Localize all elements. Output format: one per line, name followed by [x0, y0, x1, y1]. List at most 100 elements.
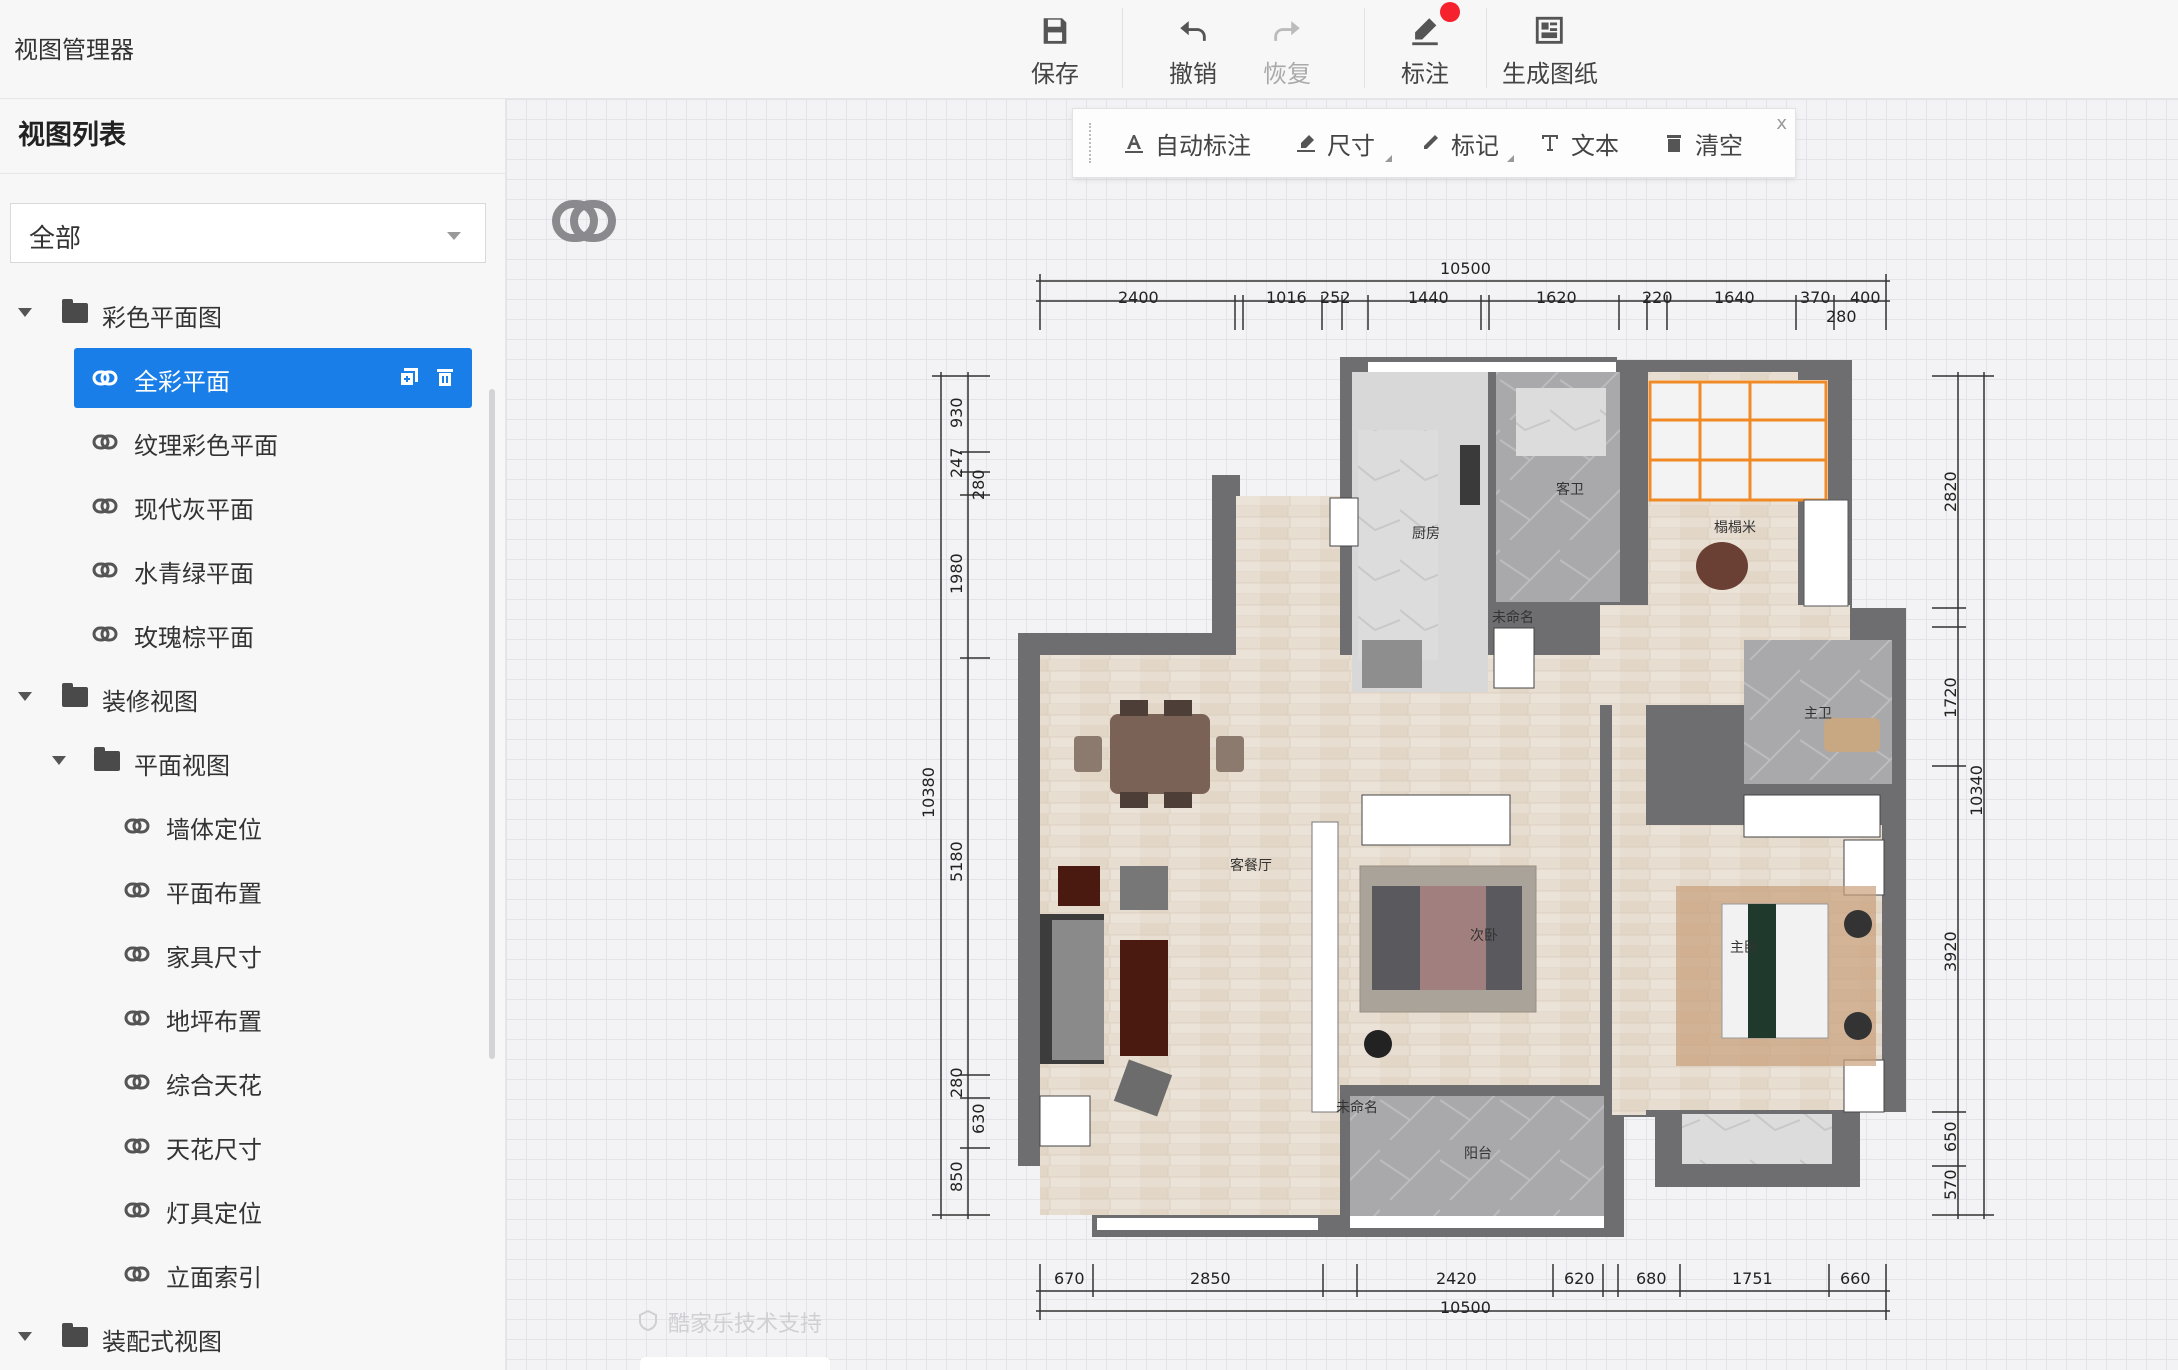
clear-label: 清空: [1695, 131, 1743, 160]
mark-tool-label: 标记: [1451, 131, 1499, 160]
expand-arrow-icon[interactable]: [52, 756, 66, 765]
tree-scrollbar[interactable]: [489, 389, 495, 1059]
folder-icon: [62, 683, 88, 707]
dimension-tool-label: 尺寸: [1327, 131, 1375, 160]
mark-pen-icon: [1424, 135, 1438, 149]
tree-group-color-plan[interactable]: 彩色平面图: [0, 284, 490, 344]
trash-icon[interactable]: [434, 366, 456, 388]
link-icon: [124, 1074, 150, 1090]
notification-badge: [1440, 2, 1460, 22]
link-icon: [124, 946, 150, 962]
text-tool-label: 文本: [1571, 131, 1619, 160]
drawing-canvas[interactable]: [506, 99, 2178, 1370]
dimension-tool-button[interactable]: 尺寸: [1295, 109, 1392, 177]
generate-drawing-label: 生成图纸: [1502, 59, 1598, 88]
undo-button[interactable]: 撤销: [1158, 0, 1228, 98]
view-filter-select[interactable]: 全部: [10, 203, 486, 263]
tree-item-label: 玫瑰棕平面: [134, 624, 254, 652]
tree-group-label: 装配式视图: [102, 1328, 222, 1356]
auto-annotate-icon: [1125, 135, 1143, 153]
tree-item-label: 综合天花: [166, 1072, 262, 1100]
tree-item-ceiling-dimensions[interactable]: 天花尺寸: [0, 1116, 490, 1176]
tree-item-label: 全彩平面: [134, 368, 230, 396]
undo-icon: [1180, 20, 1206, 41]
tree-item-floor-layout[interactable]: 平面布置: [0, 860, 490, 920]
tree-item-label: 水青绿平面: [134, 560, 254, 588]
tree-group-assembly-view[interactable]: 装配式视图: [0, 1308, 490, 1368]
folder-icon: [62, 299, 88, 323]
tree-item-label: 平面布置: [166, 880, 262, 908]
view-filter-value: 全部: [29, 224, 82, 254]
link-icon: [124, 818, 150, 834]
tree-item-label: 天花尺寸: [166, 1136, 262, 1164]
generate-drawing-button[interactable]: 生成图纸: [1502, 0, 1598, 98]
app-title: 视图管理器: [14, 36, 134, 64]
dimension-pen-icon: [1297, 135, 1315, 152]
submenu-corner-icon: [1385, 155, 1392, 162]
tree-item-wall-positioning[interactable]: 墙体定位: [0, 796, 490, 856]
link-icon: [124, 882, 150, 898]
tree-item-modern-gray-plan[interactable]: 现代灰平面: [0, 476, 490, 536]
link-icon: [92, 434, 118, 450]
chevron-down-icon: [447, 232, 461, 240]
redo-button[interactable]: 恢复: [1252, 0, 1322, 98]
tree-item-ceiling-overview[interactable]: 综合天花: [0, 1052, 490, 1112]
toolbar-divider: [1364, 8, 1365, 88]
save-button[interactable]: 保存: [1020, 0, 1090, 98]
tree-item-label: 墙体定位: [166, 816, 262, 844]
tree-item-label: 地坪布置: [166, 1008, 262, 1036]
undo-label: 撤销: [1169, 59, 1217, 88]
tree-item-aqua-green-plan[interactable]: 水青绿平面: [0, 540, 490, 600]
link-icon: [92, 370, 118, 386]
folder-icon: [94, 747, 120, 771]
tree-item-label: 家具尺寸: [166, 944, 262, 972]
link-icon: [92, 626, 118, 642]
tree-item-label: 现代灰平面: [134, 496, 254, 524]
link-icon: [92, 562, 118, 578]
save-label: 保存: [1031, 59, 1079, 88]
tree-item-furniture-dimensions[interactable]: 家具尺寸: [0, 924, 490, 984]
redo-icon: [1274, 20, 1300, 41]
link-icon: [124, 1202, 150, 1218]
tree-item-lighting-positioning[interactable]: 灯具定位: [0, 1180, 490, 1240]
text-icon: [1542, 135, 1558, 151]
clear-button[interactable]: 清空: [1663, 109, 1743, 177]
tree-group-decoration-view[interactable]: 装修视图: [0, 668, 490, 728]
link-icon: [124, 1010, 150, 1026]
close-icon[interactable]: x: [1776, 113, 1787, 134]
top-bar: 视图管理器 保存 撤销 恢复 标注 生成图纸: [0, 0, 2178, 99]
mark-tool-button[interactable]: 标记: [1419, 109, 1514, 177]
toolbar-divider: [1122, 8, 1123, 88]
bottom-panel-tab[interactable]: [640, 1357, 830, 1370]
shield-icon: [639, 1309, 657, 1331]
submenu-corner-icon: [1507, 155, 1514, 162]
tree-group-label: 装修视图: [102, 688, 198, 716]
link-icon: [124, 1266, 150, 1282]
tree-group-label: 平面视图: [134, 752, 230, 780]
toolbar-divider: [1486, 8, 1487, 88]
text-tool-button[interactable]: 文本: [1539, 109, 1619, 177]
link-icon: [124, 1138, 150, 1154]
link-icon[interactable]: [552, 198, 616, 244]
expand-arrow-icon[interactable]: [18, 308, 32, 317]
link-icon: [92, 498, 118, 514]
save-icon: [1043, 17, 1067, 44]
tree-subgroup-plan-view[interactable]: 平面视图: [0, 732, 490, 792]
panel-title: 视图列表: [0, 99, 505, 174]
folder-icon: [62, 1323, 88, 1347]
expand-arrow-icon[interactable]: [18, 1332, 32, 1341]
tree-item-elevation-index[interactable]: 立面索引: [0, 1244, 490, 1304]
annotate-label: 标注: [1401, 59, 1449, 88]
tree-item-flooring-layout[interactable]: 地坪布置: [0, 988, 490, 1048]
tree-item-label: 灯具定位: [166, 1200, 262, 1228]
annotation-toolbar: 自动标注 尺寸 标记 文本 清空 x: [1072, 108, 1796, 178]
tree-item-full-color-plan[interactable]: 全彩平面: [74, 348, 472, 408]
view-list-panel: 视图列表 全部 彩色平面图 全彩平面 纹理彩色平面 现代灰平面 水青绿平面 玫瑰…: [0, 99, 506, 1370]
duplicate-icon[interactable]: [398, 366, 420, 388]
tree-group-label: 彩色平面图: [102, 304, 222, 332]
auto-annotate-button[interactable]: 自动标注: [1123, 109, 1251, 177]
tree-item-texture-color-plan[interactable]: 纹理彩色平面: [0, 412, 490, 472]
tree-item-rose-brown-plan[interactable]: 玫瑰棕平面: [0, 604, 490, 664]
expand-arrow-icon[interactable]: [18, 692, 32, 701]
drag-handle[interactable]: [1089, 123, 1095, 163]
